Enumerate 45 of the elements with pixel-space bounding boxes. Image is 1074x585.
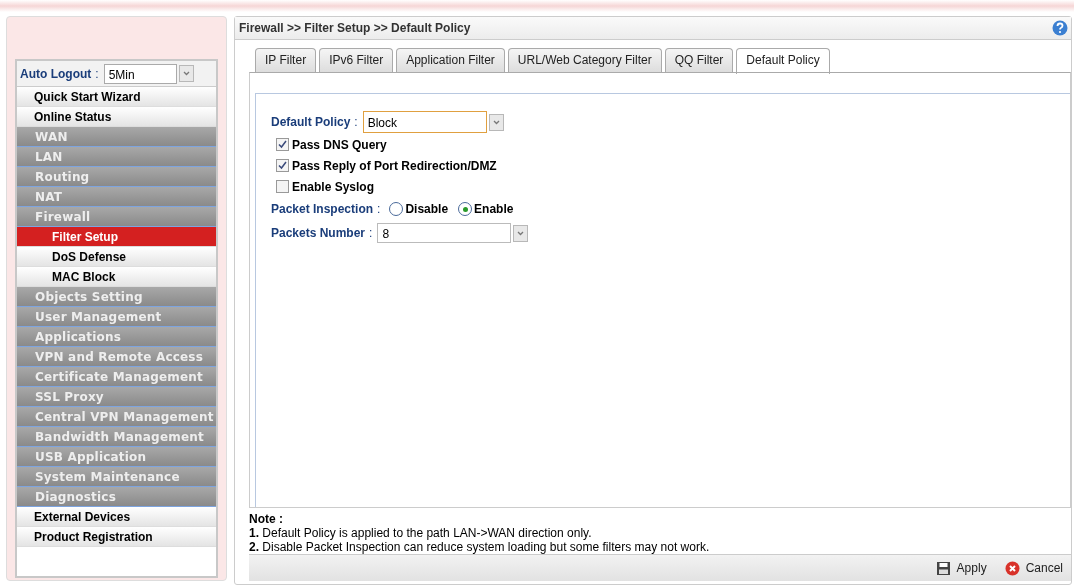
note-text: 1. Default Policy is applied to the path LAN->WAN direction only. <box>249 526 593 540</box>
separator-label: : <box>95 66 99 81</box>
checkbox[interactable] <box>276 159 289 172</box>
field-label: Packet Inspection <box>271 202 374 216</box>
checkbox[interactable] <box>276 180 289 193</box>
dropdown-field[interactable]: Block <box>362 111 487 133</box>
tab[interactable]: IPv6 Filter <box>319 48 394 72</box>
radio-button[interactable] <box>458 202 473 216</box>
cancel-button[interactable]: Cancel <box>1000 558 1067 578</box>
menu-item[interactable]: Filter Setup <box>17 227 216 247</box>
menu-item[interactable]: MAC Block <box>17 267 216 287</box>
radio-label: Disable <box>405 202 449 216</box>
checkbox-label: Pass Reply of Port Redirection/DMZ <box>292 158 497 173</box>
note-text: 2. Disable Packet Inspection can reduce system loading but some filters may not work. <box>249 540 711 554</box>
dropdown-caret-icon[interactable] <box>488 113 504 131</box>
close-icon <box>1004 560 1020 576</box>
apply-button[interactable]: Apply <box>931 558 991 578</box>
field-label: Default Policy <box>271 115 351 129</box>
dropdown-field[interactable]: 5Min <box>103 63 177 84</box>
menu-item[interactable]: Product Registration <box>17 527 216 547</box>
tab[interactable]: IP Filter <box>255 48 317 72</box>
separator-label: : <box>377 202 381 216</box>
separator-label: : <box>369 226 373 240</box>
dropdown-caret-icon[interactable] <box>178 65 194 82</box>
field-label: Packets Number <box>271 226 366 240</box>
menu-item[interactable]: Quick Start Wizard <box>17 87 216 107</box>
field-label: Auto Logout <box>20 66 92 81</box>
menu-item[interactable]: Online Status <box>17 107 216 127</box>
tab[interactable]: URL/Web Category Filter <box>507 48 662 72</box>
checkbox[interactable] <box>276 138 289 151</box>
radio-label: Enable <box>474 202 514 216</box>
tab[interactable]: Default Policy <box>736 48 830 74</box>
dropdown-field[interactable]: 8 <box>377 223 512 243</box>
checkbox-label: Pass DNS Query <box>292 137 387 152</box>
note-title: Note : <box>249 512 284 526</box>
breadcrumb: Firewall >> Filter Setup >> Default Policy <box>239 21 471 35</box>
tab[interactable]: Application Filter <box>396 48 505 72</box>
menu-item[interactable]: DoS Defense <box>17 247 216 267</box>
radio-button[interactable] <box>389 202 404 216</box>
separator-label: : <box>354 115 358 129</box>
help-icon[interactable] <box>1052 20 1068 36</box>
checkbox-label: Enable Syslog <box>292 179 375 194</box>
tab[interactable]: QQ Filter <box>664 48 734 72</box>
menu-item[interactable]: External Devices <box>17 507 216 527</box>
dropdown-caret-icon[interactable] <box>513 224 529 242</box>
